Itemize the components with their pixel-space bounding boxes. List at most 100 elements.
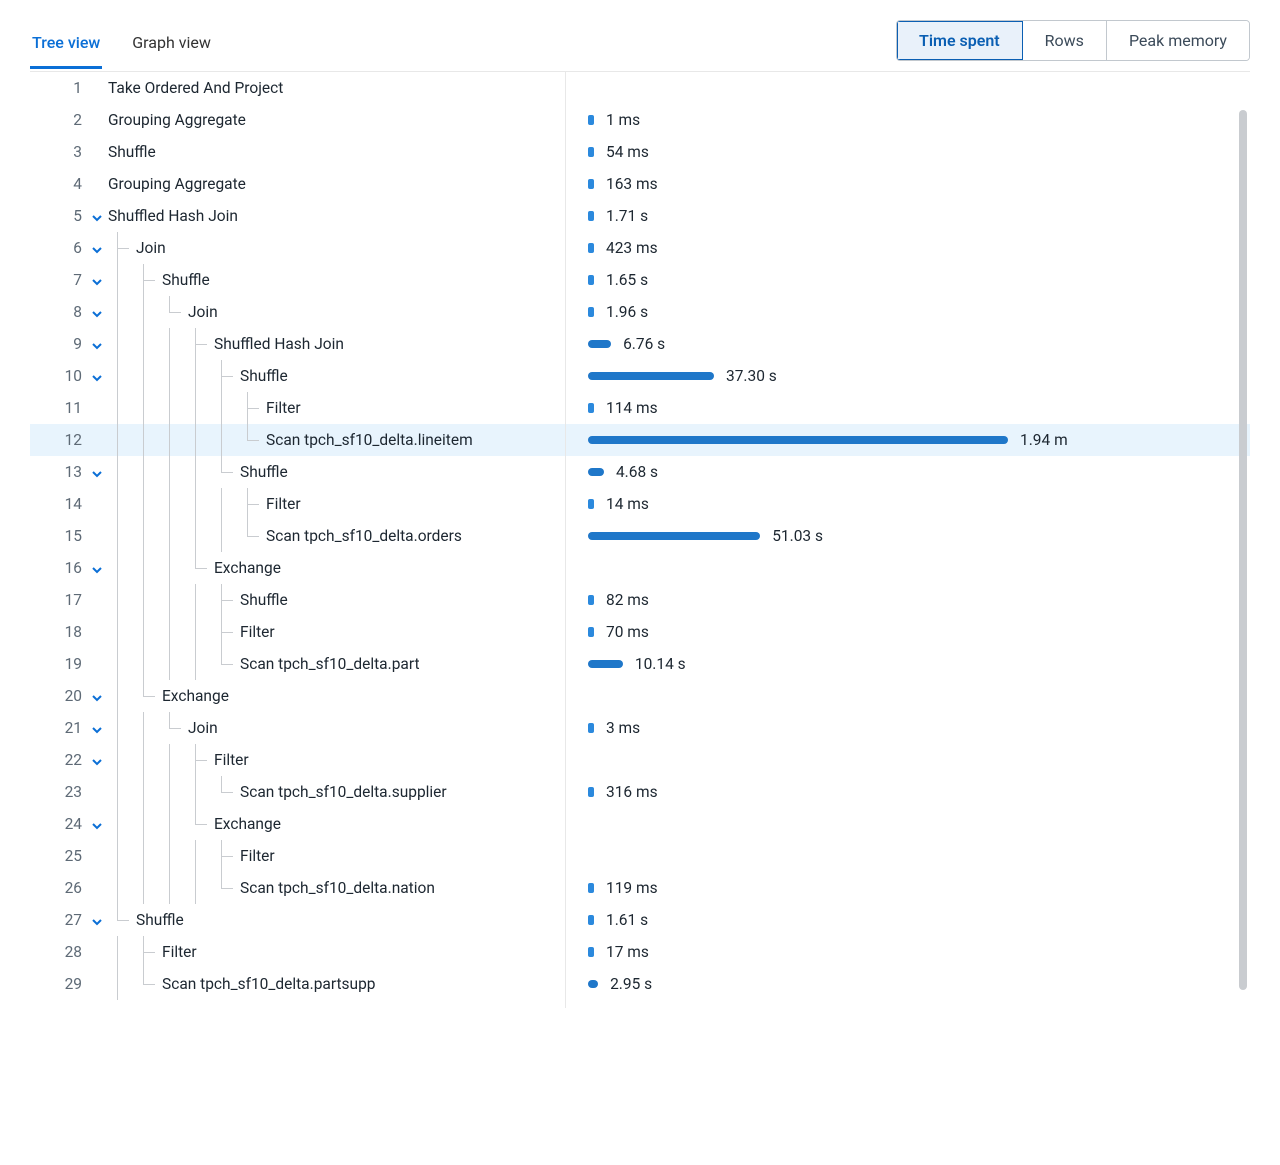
tree-row[interactable]: 21Join bbox=[30, 712, 565, 744]
metric-row bbox=[566, 744, 1250, 776]
tree-row[interactable]: 18 Filter bbox=[30, 616, 565, 648]
tree-label-cell: Filter bbox=[108, 744, 565, 776]
metric-row: 1.65 s bbox=[566, 264, 1250, 296]
metric-value: 10.14 s bbox=[635, 655, 686, 673]
tree-label-cell: Exchange bbox=[108, 808, 565, 840]
chevron-down-icon[interactable] bbox=[91, 370, 103, 382]
tree-label-cell: Shuffled Hash Join bbox=[108, 200, 565, 232]
chevron-down-icon[interactable] bbox=[91, 722, 103, 734]
metric-btn-peak[interactable]: Peak memory bbox=[1107, 21, 1249, 60]
tree-row[interactable]: 22Filter bbox=[30, 744, 565, 776]
metric-row: 316 ms bbox=[566, 776, 1250, 808]
chevron-down-icon[interactable] bbox=[91, 274, 103, 286]
tree-row[interactable]: 25Filter bbox=[30, 840, 565, 872]
metric-value: 423 ms bbox=[606, 239, 658, 257]
chevron-down-icon[interactable] bbox=[91, 242, 103, 254]
metric-bar bbox=[588, 307, 594, 317]
chevron-down-icon[interactable] bbox=[91, 306, 103, 318]
metric-row: 3 ms bbox=[566, 712, 1250, 744]
tree-row[interactable]: 2Grouping Aggregate bbox=[30, 104, 565, 136]
tree-row[interactable]: 10Shuffle bbox=[30, 360, 565, 392]
tab-tree-view[interactable]: Tree view bbox=[30, 23, 102, 69]
row-number: 10 bbox=[30, 367, 86, 385]
tree-row[interactable]: 23Scan tpch_sf10_delta.supplier bbox=[30, 776, 565, 808]
metric-bar bbox=[588, 787, 594, 797]
metric-bar bbox=[588, 372, 714, 380]
tree-row[interactable]: 14Filter bbox=[30, 488, 565, 520]
tree-label-cell: Scan tpch_sf10_delta.partsupp bbox=[108, 968, 565, 1000]
chevron-down-icon[interactable] bbox=[91, 210, 103, 222]
metric-row bbox=[566, 808, 1250, 840]
tree-node-label: Shuffle bbox=[108, 143, 156, 161]
tree-node-label: Take Ordered And Project bbox=[108, 79, 283, 97]
chevron-down-icon[interactable] bbox=[91, 754, 103, 766]
row-number: 18 bbox=[30, 623, 86, 641]
view-tabs: Tree view Graph view bbox=[30, 23, 213, 68]
tree-label-cell: Shuffle bbox=[108, 904, 565, 936]
tree-row[interactable]: 20Exchange bbox=[30, 680, 565, 712]
metric-toggle: Time spent Rows Peak memory bbox=[896, 20, 1250, 61]
tree-row[interactable]: 5Shuffled Hash Join bbox=[30, 200, 565, 232]
tree-row[interactable]: 26Scan tpch_sf10_delta.nation bbox=[30, 872, 565, 904]
tree-row[interactable]: 9Shuffled Hash Join bbox=[30, 328, 565, 360]
tree-node-label: Shuffle bbox=[108, 463, 288, 481]
scrollbar-track[interactable] bbox=[1238, 110, 1248, 1030]
row-number: 21 bbox=[30, 719, 86, 737]
metric-bar bbox=[588, 660, 623, 668]
metric-bar bbox=[588, 275, 594, 285]
metric-row: 82 ms bbox=[566, 584, 1250, 616]
tree-row[interactable]: 3Shuffle bbox=[30, 136, 565, 168]
tree-row[interactable]: 6Join bbox=[30, 232, 565, 264]
tree-node-label: Filter bbox=[108, 623, 275, 641]
tree-row[interactable]: 28Filter bbox=[30, 936, 565, 968]
row-number: 20 bbox=[30, 687, 86, 705]
tree-row[interactable]: 17Shuffle bbox=[30, 584, 565, 616]
row-number: 14 bbox=[30, 495, 86, 513]
chevron-down-icon[interactable] bbox=[91, 466, 103, 478]
tree-row[interactable]: 16Exchange bbox=[30, 552, 565, 584]
tree-row[interactable]: 8Join bbox=[30, 296, 565, 328]
metric-row: 17 ms bbox=[566, 936, 1250, 968]
metric-row: 1.96 s bbox=[566, 296, 1250, 328]
metric-bar bbox=[588, 243, 594, 253]
scrollbar-thumb[interactable] bbox=[1239, 110, 1247, 990]
metric-row: 423 ms bbox=[566, 232, 1250, 264]
tree-row[interactable]: 13Shuffle bbox=[30, 456, 565, 488]
metric-row: 1.71 s bbox=[566, 200, 1250, 232]
tree-label-cell: Take Ordered And Project bbox=[108, 72, 565, 104]
tree-row[interactable]: 11Filter bbox=[30, 392, 565, 424]
chevron-down-icon[interactable] bbox=[91, 914, 103, 926]
chevron-down-icon[interactable] bbox=[91, 562, 103, 574]
metric-row: 54 ms bbox=[566, 136, 1250, 168]
tree-label-cell: Shuffle bbox=[108, 136, 565, 168]
metric-btn-rows[interactable]: Rows bbox=[1023, 21, 1107, 60]
metric-bar bbox=[588, 723, 594, 733]
tree-row[interactable]: 1Take Ordered And Project bbox=[30, 72, 565, 104]
metric-value: 163 ms bbox=[606, 175, 658, 193]
tree-node-label: Shuffle bbox=[108, 271, 210, 289]
tree-row[interactable]: 27Shuffle bbox=[30, 904, 565, 936]
tree-node-label: Shuffled Hash Join bbox=[108, 335, 344, 353]
metric-value: 6.76 s bbox=[623, 335, 665, 353]
chevron-down-icon[interactable] bbox=[91, 338, 103, 350]
tree-row[interactable]: 4Grouping Aggregate bbox=[30, 168, 565, 200]
tab-graph-view[interactable]: Graph view bbox=[130, 23, 213, 69]
metric-bar bbox=[588, 915, 594, 925]
metric-value: 119 ms bbox=[606, 879, 658, 897]
metric-btn-time[interactable]: Time spent bbox=[897, 21, 1023, 60]
chevron-down-icon[interactable] bbox=[91, 818, 103, 830]
tree-row[interactable]: 24Exchange bbox=[30, 808, 565, 840]
row-number: 17 bbox=[30, 591, 86, 609]
metric-row bbox=[566, 840, 1250, 872]
row-number: 6 bbox=[30, 239, 86, 257]
row-number: 8 bbox=[30, 303, 86, 321]
chevron-down-icon[interactable] bbox=[91, 690, 103, 702]
tree-node-label: Scan tpch_sf10_delta.nation bbox=[108, 879, 435, 897]
tree-row[interactable]: 19Scan tpch_sf10_delta.part bbox=[30, 648, 565, 680]
row-number: 19 bbox=[30, 655, 86, 673]
row-number: 7 bbox=[30, 271, 86, 289]
tree-row[interactable]: 12Scan tpch_sf10_delta.lineitem bbox=[30, 424, 565, 456]
tree-row[interactable]: 29Scan tpch_sf10_delta.partsupp bbox=[30, 968, 565, 1000]
tree-row[interactable]: 15Scan tpch_sf10_delta.orders bbox=[30, 520, 565, 552]
tree-row[interactable]: 7 Shuffle bbox=[30, 264, 565, 296]
